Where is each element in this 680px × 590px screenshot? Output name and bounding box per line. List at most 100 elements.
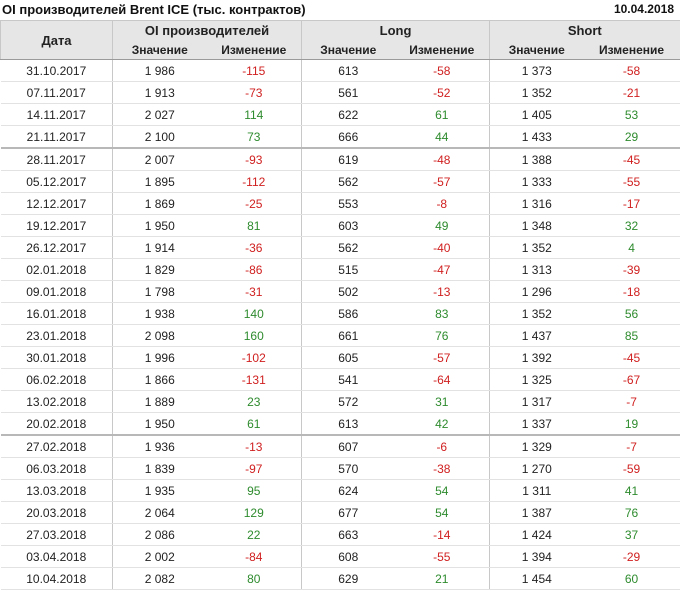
cell-short-change: 53	[583, 103, 680, 126]
cell-short-value: 1 311	[489, 479, 584, 502]
cell-short-change: -21	[583, 81, 680, 104]
cell-short-value: 1 325	[489, 368, 584, 391]
table-row: 02.01.2018 1 829 -86 515 -47 1 313 -39	[0, 258, 680, 281]
cell-long-change: -52	[394, 81, 490, 104]
cell-date: 05.12.2017	[0, 170, 113, 193]
cell-date: 02.01.2018	[0, 258, 113, 281]
cell-oi-value: 1 950	[112, 412, 207, 436]
cell-date: 30.01.2018	[0, 346, 113, 369]
cell-short-value: 1 316	[489, 192, 584, 215]
cell-short-value: 1 424	[489, 523, 584, 546]
cell-long-change: 31	[394, 390, 490, 413]
cell-date: 13.02.2018	[0, 390, 113, 413]
cell-long-value: 605	[301, 346, 395, 369]
cell-oi-value: 2 064	[112, 501, 207, 524]
cell-short-change: 60	[583, 567, 680, 590]
cell-short-change: 76	[583, 501, 680, 524]
cell-oi-value: 1 938	[112, 302, 207, 325]
cell-short-value: 1 433	[489, 125, 584, 149]
cell-short-value: 1 329	[489, 434, 584, 458]
header-oi: OI производителей	[111, 20, 302, 40]
cell-date: 26.12.2017	[0, 236, 113, 259]
header-short-value: Значение	[489, 40, 584, 60]
cell-oi-change: -131	[206, 368, 302, 391]
header-oi-change: Изменение	[206, 40, 302, 60]
cell-long-value: 562	[301, 170, 395, 193]
cell-long-change: -8	[394, 192, 490, 215]
cell-long-change: 49	[394, 214, 490, 237]
cell-long-change: -55	[394, 545, 490, 568]
cell-long-change: -38	[394, 457, 490, 480]
header-long: Long	[301, 20, 490, 40]
cell-long-value: 663	[301, 523, 395, 546]
header-long-change: Изменение	[394, 40, 490, 60]
cell-oi-value: 2 027	[112, 103, 207, 126]
table-row: 03.04.2018 2 002 -84 608 -55 1 394 -29	[0, 545, 680, 568]
cell-oi-value: 2 098	[112, 324, 207, 347]
cell-oi-value: 1 950	[112, 214, 207, 237]
table-row: 20.03.2018 2 064 129 677 54 1 387 76	[0, 501, 680, 524]
cell-long-value: 629	[301, 567, 395, 590]
header-long-value: Значение	[301, 40, 395, 60]
cell-long-change: 21	[394, 567, 490, 590]
cell-date: 14.11.2017	[0, 103, 113, 126]
cell-short-value: 1 333	[489, 170, 584, 193]
cell-long-value: 572	[301, 390, 395, 413]
cell-long-value: 541	[301, 368, 395, 391]
cell-short-value: 1 296	[489, 280, 584, 303]
cell-oi-value: 1 936	[112, 434, 207, 458]
cell-long-value: 677	[301, 501, 395, 524]
cell-oi-value: 1 869	[112, 192, 207, 215]
cell-oi-change: 129	[206, 501, 302, 524]
cell-date: 16.01.2018	[0, 302, 113, 325]
cell-long-value: 607	[301, 434, 395, 458]
cell-long-value: 570	[301, 457, 395, 480]
cell-long-change: -47	[394, 258, 490, 281]
cell-long-value: 561	[301, 81, 395, 104]
cell-short-change: -58	[583, 59, 680, 82]
table-row: 06.03.2018 1 839 -97 570 -38 1 270 -59	[0, 457, 680, 480]
cell-short-change: -7	[583, 434, 680, 458]
cell-short-value: 1 352	[489, 236, 584, 259]
cell-long-value: 619	[301, 147, 395, 171]
cell-short-change: 29	[583, 125, 680, 149]
report-date: 10.04.2018	[613, 2, 674, 16]
cell-short-change: -55	[583, 170, 680, 193]
cell-oi-value: 1 829	[112, 258, 207, 281]
cell-oi-change: -93	[206, 147, 302, 171]
table-row: 12.12.2017 1 869 -25 553 -8 1 316 -17	[0, 192, 680, 215]
cell-date: 13.03.2018	[0, 479, 113, 502]
cell-long-change: 54	[394, 479, 490, 502]
cell-long-change: -58	[394, 59, 490, 82]
cell-date: 07.11.2017	[0, 81, 113, 104]
table-row: 07.11.2017 1 913 -73 561 -52 1 352 -21	[0, 81, 680, 104]
cell-short-value: 1 454	[489, 567, 584, 590]
cell-long-value: 586	[301, 302, 395, 325]
cell-oi-value: 2 007	[112, 147, 207, 171]
cell-date: 19.12.2017	[0, 214, 113, 237]
cell-oi-change: -31	[206, 280, 302, 303]
cell-long-change: -13	[394, 280, 490, 303]
header-short-change: Изменение	[583, 40, 680, 60]
cell-oi-change: -73	[206, 81, 302, 104]
table-row: 20.02.2018 1 950 61 613 42 1 337 19	[0, 412, 680, 436]
cell-long-change: 83	[394, 302, 490, 325]
cell-long-change: 44	[394, 125, 490, 149]
cell-oi-change: 61	[206, 412, 302, 436]
cell-long-change: 61	[394, 103, 490, 126]
cell-date: 20.02.2018	[0, 412, 113, 436]
table-row: 06.02.2018 1 866 -131 541 -64 1 325 -67	[0, 368, 680, 391]
cell-date: 06.03.2018	[0, 457, 113, 480]
cell-long-change: 42	[394, 412, 490, 436]
cell-short-value: 1 405	[489, 103, 584, 126]
table-row: 26.12.2017 1 914 -36 562 -40 1 352 4	[0, 236, 680, 259]
cell-long-value: 603	[301, 214, 395, 237]
cell-oi-value: 1 895	[112, 170, 207, 193]
cell-oi-value: 1 996	[112, 346, 207, 369]
table-row: 31.10.2017 1 986 -115 613 -58 1 373 -58	[0, 59, 680, 82]
cell-oi-value: 1 935	[112, 479, 207, 502]
cell-oi-value: 2 100	[112, 125, 207, 149]
cell-long-value: 562	[301, 236, 395, 259]
cell-oi-value: 1 798	[112, 280, 207, 303]
table-row: 14.11.2017 2 027 114 622 61 1 405 53	[0, 103, 680, 126]
